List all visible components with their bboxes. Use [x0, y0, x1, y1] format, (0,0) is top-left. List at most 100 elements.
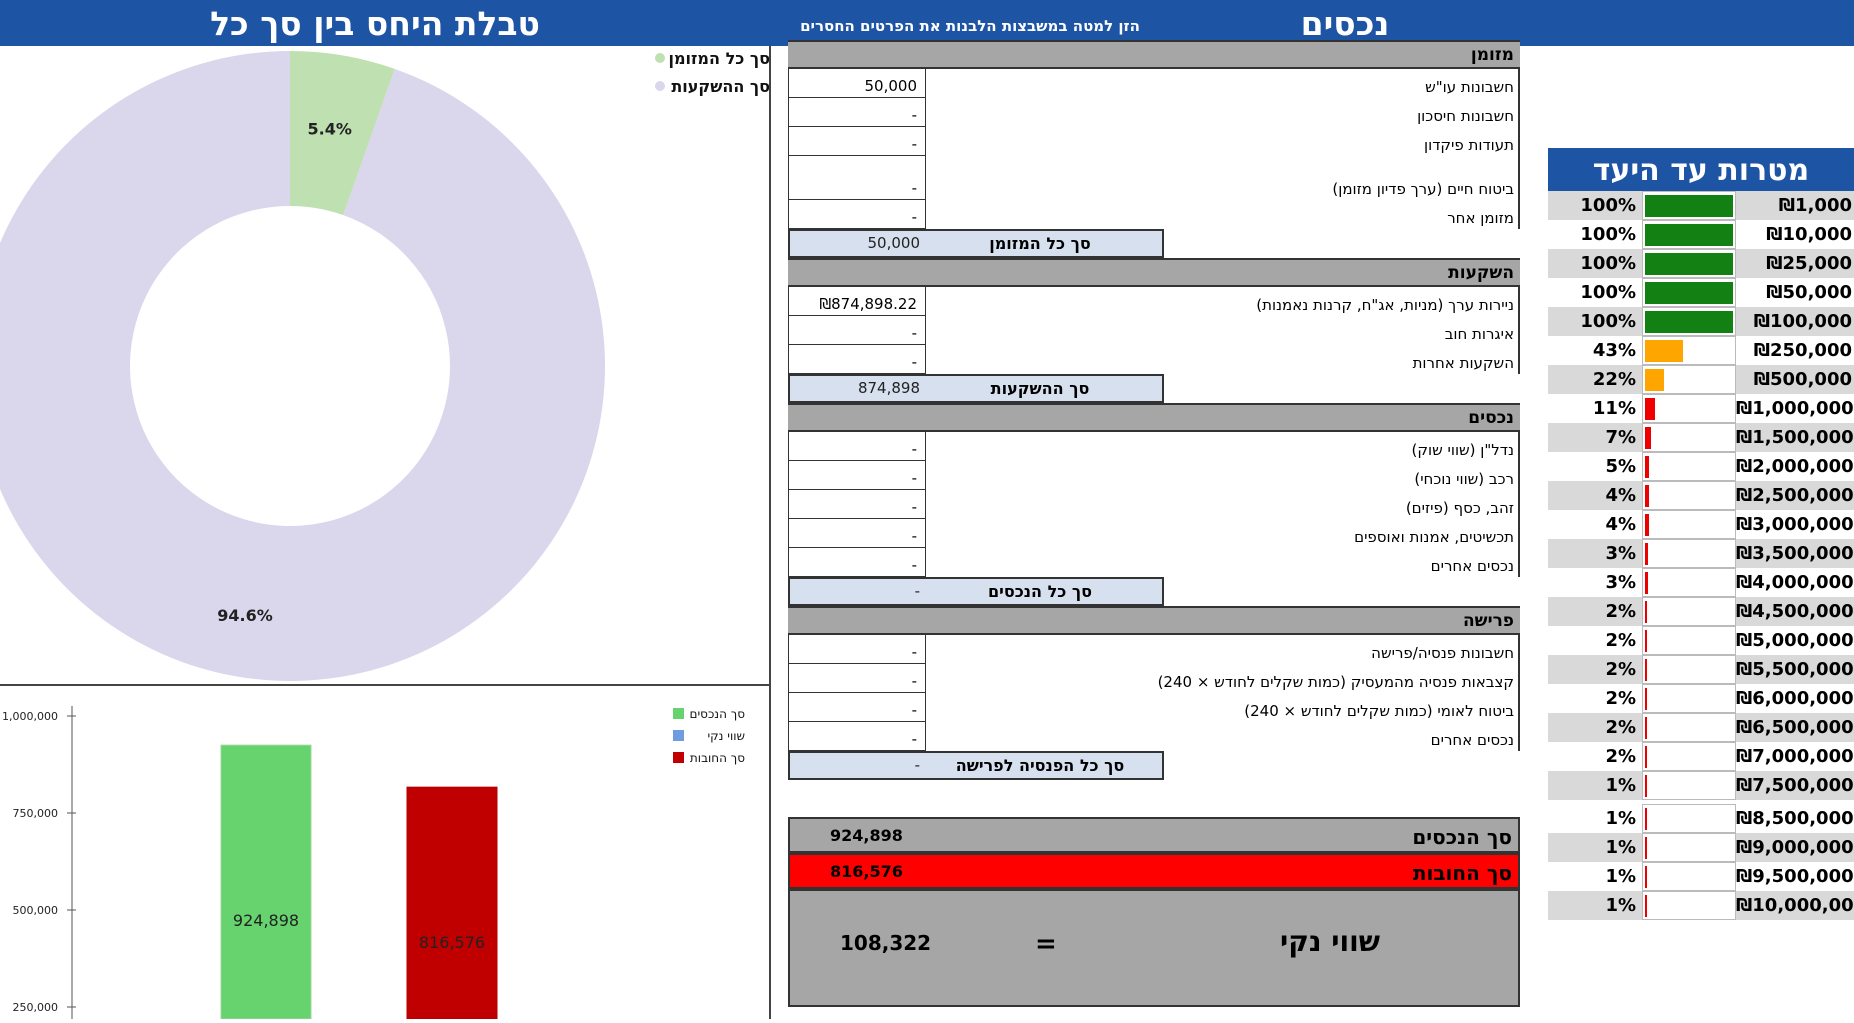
goal-progress-bar — [1645, 514, 1649, 536]
goal-progress-bar — [1645, 311, 1733, 333]
net-worth-label: שווי נקי — [1280, 925, 1380, 958]
goal-progress-cell — [1642, 510, 1736, 539]
goal-amount: ₪1,000 — [1778, 195, 1852, 216]
goal-progress-bar — [1645, 866, 1647, 888]
goal-amount: ₪10,000,000 — [1736, 895, 1854, 916]
goal-progress-bar — [1645, 543, 1648, 565]
goal-row: 2% ₪7,000,000 — [1548, 742, 1854, 771]
row-label: ביטוח חיים (ערך פדיון מזומן) — [1332, 180, 1514, 198]
value-input[interactable]: - — [788, 693, 926, 722]
goal-progress-cell — [1642, 626, 1736, 655]
value-input[interactable]: - — [788, 316, 926, 345]
goal-progress-bar — [1645, 340, 1683, 362]
form-row: - תעודות פיקדון — [788, 127, 1520, 156]
goal-amount: ₪2,000,000 — [1736, 456, 1854, 477]
form-row: - השקעות אחרות — [788, 345, 1520, 374]
goal-percent: 2% — [1605, 746, 1636, 767]
value-input[interactable]: ₪874,898.22 — [788, 287, 926, 316]
sum-value: - — [914, 756, 920, 774]
form-row: 50,000 חשבונות עו"ש — [788, 69, 1520, 98]
sum-label: סך כל הפנסיה לפרישה — [955, 756, 1125, 775]
goal-row: 100% ₪50,000 — [1548, 278, 1854, 307]
goal-progress-cell — [1642, 307, 1736, 336]
value-input[interactable]: - — [788, 200, 926, 229]
row-label: תכשיטים, אמנות ואוספים — [1354, 528, 1514, 546]
goal-row: 100% ₪10,000 — [1548, 220, 1854, 249]
goal-row: 100% ₪100,000 — [1548, 307, 1854, 336]
total-assets-label: סך הנכסים — [1412, 825, 1512, 849]
goal-progress-cell — [1642, 684, 1736, 713]
value-input[interactable]: - — [788, 722, 926, 751]
row-label: נדל"ן (שווי שוק) — [1411, 441, 1514, 459]
form-row: - נדל"ן (שווי שוק) — [788, 432, 1520, 461]
form-row: - זהב, כסף (פיזים) — [788, 490, 1520, 519]
total-assets-value: 924,898 — [830, 826, 903, 845]
goal-row: 4% ₪3,000,000 — [1548, 510, 1854, 539]
donut-slice-label: 94.6% — [217, 606, 273, 625]
total-liabilities-label: סך החובות — [1412, 861, 1512, 885]
value-input[interactable]: - — [788, 548, 926, 577]
value-input[interactable]: - — [788, 432, 926, 461]
goal-row: 2% ₪5,500,000 — [1548, 655, 1854, 684]
bar — [220, 744, 312, 1020]
legend-label: שווי נקי — [707, 729, 745, 743]
donut-chart-panel[interactable]: 5.4% 94.6% סך כל המזומן סך ההשקעות — [0, 46, 771, 686]
form-row: - איגרות חוב — [788, 316, 1520, 345]
goal-progress-bar — [1645, 775, 1647, 797]
value-input[interactable]: - — [788, 98, 926, 127]
value-input[interactable]: - — [788, 490, 926, 519]
goal-row: 1% ₪8,500,000 — [1548, 804, 1854, 833]
goal-progress-cell — [1642, 568, 1736, 597]
row-label: השקעות אחרות — [1412, 354, 1514, 372]
goal-progress-bar — [1645, 601, 1647, 623]
donut-slice-label: 5.4% — [307, 119, 351, 138]
section-sum: - סך כל הפנסיה לפרישה — [788, 751, 1164, 780]
goal-percent: 1% — [1605, 837, 1636, 858]
goal-percent: 3% — [1605, 543, 1636, 564]
value-input[interactable]: - — [788, 519, 926, 548]
goal-amount: ₪6,500,000 — [1736, 717, 1854, 738]
goal-amount: ₪1,000,000 — [1736, 398, 1854, 419]
row-label: מזומן אחר — [1447, 209, 1514, 227]
goal-row: 1% ₪7,500,000 — [1548, 771, 1854, 800]
goal-progress-bar — [1645, 630, 1647, 652]
goal-progress-bar — [1645, 837, 1647, 859]
goal-progress-bar — [1645, 398, 1655, 420]
row-label: חשבונות חיסכון — [1417, 107, 1514, 125]
y-tick-label: 500,000 — [13, 904, 59, 917]
row-label: נכסים אחרים — [1430, 557, 1514, 575]
goal-progress-cell — [1642, 862, 1736, 891]
goal-row: 2% ₪6,000,000 — [1548, 684, 1854, 713]
value-input[interactable]: - — [788, 461, 926, 490]
row-label: איגרות חוב — [1444, 325, 1514, 343]
goal-row: 1% ₪10,000,000 — [1548, 891, 1854, 920]
goal-row: 2% ₪4,500,000 — [1548, 597, 1854, 626]
form-row: ₪874,898.22 ניירות ערך (מניות, אג"ח, קרנו… — [788, 287, 1520, 316]
goal-amount: ₪50,000 — [1766, 282, 1852, 303]
value-input[interactable]: 50,000 — [788, 69, 926, 98]
form-row: - חשבונות פנסיה/פרישה — [788, 635, 1520, 664]
sum-value: 50,000 — [867, 234, 921, 252]
goal-progress-bar — [1645, 253, 1733, 275]
value-input[interactable]: - — [788, 127, 926, 156]
goal-row: 100% ₪1,000 — [1548, 191, 1854, 220]
goal-row: 1% ₪9,000,000 — [1548, 833, 1854, 862]
value-input[interactable]: - — [788, 345, 926, 374]
goal-row: 4% ₪2,500,000 — [1548, 481, 1854, 510]
value-input[interactable]: - — [788, 635, 926, 664]
goal-percent: 4% — [1605, 485, 1636, 506]
goal-progress-cell — [1642, 394, 1736, 423]
goal-row: 3% ₪3,500,000 — [1548, 539, 1854, 568]
value-input[interactable]: - — [788, 156, 926, 200]
goal-amount: ₪7,000,000 — [1736, 746, 1854, 767]
goal-percent: 1% — [1605, 895, 1636, 916]
goal-progress-cell — [1642, 423, 1736, 452]
goal-progress-cell — [1642, 365, 1736, 394]
goal-progress-bar — [1645, 717, 1647, 739]
bar — [406, 786, 498, 1020]
value-input[interactable]: - — [788, 664, 926, 693]
goal-percent: 2% — [1605, 659, 1636, 680]
goal-row: 11% ₪1,000,000 — [1548, 394, 1854, 423]
goal-progress-bar — [1645, 427, 1651, 449]
bar-chart-panel[interactable]: 1,000,000 750,000 500,000 250,000 924,898 816… — [0, 686, 771, 1020]
